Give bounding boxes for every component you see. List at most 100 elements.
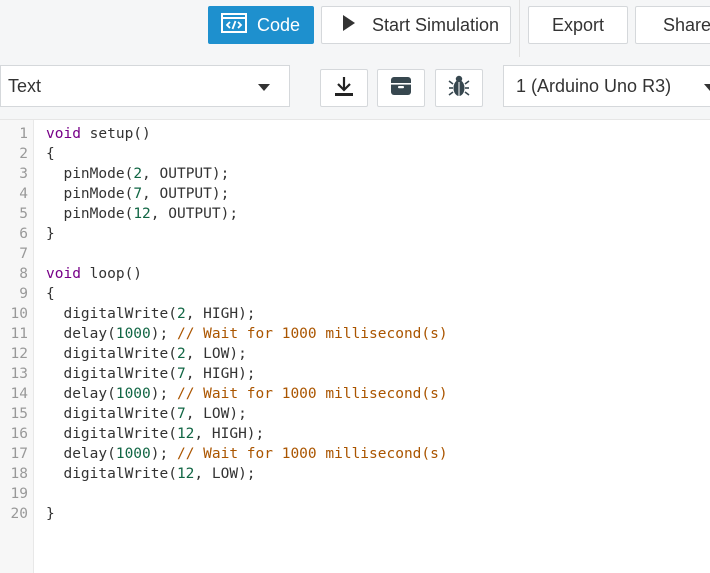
code-line: pinMode(2, OUTPUT); (46, 164, 229, 184)
code-token: { (46, 286, 55, 302)
line-number: 12 (10, 346, 28, 362)
start-simulation-label: Start Simulation (372, 14, 500, 35)
code-token: { (46, 146, 55, 162)
library-icon (389, 75, 413, 102)
top-bar: Code Start Simulation Export Share (0, 0, 710, 58)
board-select[interactable]: 1 (Arduino Uno R3) (503, 65, 710, 107)
play-icon (342, 14, 356, 37)
line-number: 2 (19, 146, 28, 162)
code-token: setup() (80, 126, 151, 142)
line-number: 5 (19, 206, 28, 222)
code-token: digitalWrite( (46, 366, 177, 382)
code-line: digitalWrite(2, HIGH); (46, 304, 256, 324)
code-token: // Wait for 1000 millisecond(s) (176, 326, 448, 342)
code-token: pinMode( (46, 186, 134, 202)
code-token: , OUTPUT); (150, 206, 239, 222)
code-token: 12 (176, 466, 195, 482)
code-token: ); (150, 446, 177, 462)
export-button[interactable]: Export (528, 6, 628, 44)
code-editor[interactable]: 1 void setup() 2{3 pinMode(2, OUTPUT); 4 pi… (0, 120, 710, 573)
code-line: digitalWrite(7, HIGH); (46, 364, 256, 384)
code-token: void (46, 266, 81, 282)
code-button[interactable]: Code (208, 6, 314, 44)
code-token: 12 (176, 426, 195, 442)
code-token: 1000 (115, 386, 151, 402)
code-toolbar: Text 1 (Arduino Uno R3) (0, 57, 710, 120)
line-number: 14 (10, 386, 28, 402)
code-line: delay(1000); // Wait for 1000 millisecon… (46, 384, 448, 404)
code-token: , LOW); (185, 346, 247, 362)
code-button-label: Code (257, 14, 301, 35)
code-line: void setup() (46, 124, 151, 144)
line-number: 20 (10, 506, 28, 522)
share-button[interactable]: Share (635, 6, 710, 44)
line-number: 16 (10, 426, 28, 442)
code-line: } (46, 224, 55, 244)
code-token: // Wait for 1000 millisecond(s) (176, 386, 448, 402)
code-token: , HIGH); (185, 366, 256, 382)
code-token: digitalWrite( (46, 406, 177, 422)
code-token: 7 (133, 186, 143, 202)
line-number: 1 (19, 126, 28, 142)
download-button[interactable] (320, 69, 368, 107)
code-token: delay( (46, 326, 116, 342)
code-line: pinMode(7, OUTPUT); (46, 184, 229, 204)
code-token: digitalWrite( (46, 306, 177, 322)
code-token: } (46, 226, 55, 242)
code-mode-value: Text (8, 75, 42, 96)
code-token: 1000 (115, 446, 151, 462)
line-number: 10 (10, 306, 28, 322)
line-number: 3 (19, 166, 28, 182)
line-number: 7 (19, 246, 28, 262)
line-number: 18 (10, 466, 28, 482)
code-token: delay( (46, 386, 116, 402)
export-button-label: Export (551, 14, 605, 35)
code-icon (221, 12, 247, 38)
chevron-down-icon (704, 84, 710, 91)
code-line: delay(1000); // Wait for 1000 millisecon… (46, 324, 448, 344)
code-token: delay( (46, 446, 116, 462)
code-line: digitalWrite(12, HIGH); (46, 424, 264, 444)
code-token: digitalWrite( (46, 426, 177, 442)
code-line: } (46, 504, 55, 524)
code-token: loop() (80, 266, 143, 282)
code-mode-select[interactable]: Text (0, 65, 290, 107)
code-line: delay(1000); // Wait for 1000 millisecon… (46, 444, 448, 464)
line-number: 11 (10, 326, 28, 342)
code-token: 7 (176, 366, 186, 382)
code-line: digitalWrite(12, LOW); (46, 464, 256, 484)
code-token: pinMode( (46, 166, 134, 182)
line-number: 15 (10, 406, 28, 422)
debugger-button[interactable] (435, 69, 483, 107)
code-token: 2 (176, 346, 186, 362)
code-token: digitalWrite( (46, 346, 177, 362)
line-number: 8 (19, 266, 28, 282)
chevron-down-icon (258, 84, 270, 91)
start-simulation-button[interactable]: Start Simulation (321, 6, 511, 44)
code-token: , OUTPUT); (142, 166, 230, 182)
code-token: digitalWrite( (46, 466, 177, 482)
library-button[interactable] (377, 69, 425, 107)
code-line: void loop() (46, 264, 142, 284)
code-token: ); (150, 326, 177, 342)
code-token: pinMode( (46, 206, 134, 222)
code-token: 2 (133, 166, 143, 182)
bug-icon (448, 74, 470, 103)
code-token: // Wait for 1000 millisecond(s) (176, 446, 448, 462)
code-token: 2 (176, 306, 186, 322)
code-token: ); (150, 386, 177, 402)
code-line: digitalWrite(2, LOW); (46, 344, 247, 364)
code-line: pinMode(12, OUTPUT); (46, 204, 238, 224)
line-number: 19 (10, 486, 28, 502)
code-token: , LOW); (194, 466, 256, 482)
code-token: , OUTPUT); (142, 186, 230, 202)
code-token: , HIGH); (194, 426, 265, 442)
code-token: void (46, 126, 81, 142)
download-icon (333, 75, 355, 102)
header-divider (519, 0, 520, 57)
board-select-value: 1 (Arduino Uno R3) (516, 75, 672, 96)
code-token: } (46, 506, 55, 522)
code-token: , HIGH); (185, 306, 256, 322)
share-button-label: Share (663, 14, 710, 35)
code-token: , LOW); (185, 406, 247, 422)
